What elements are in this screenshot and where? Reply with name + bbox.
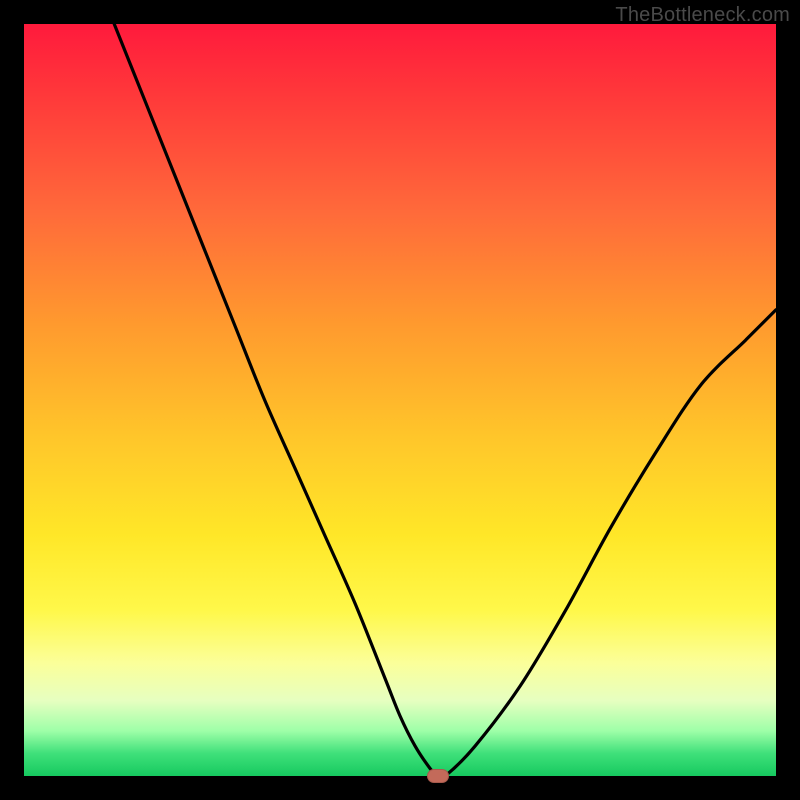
watermark-text: TheBottleneck.com [615, 4, 790, 27]
plot-area [24, 24, 776, 776]
bottleneck-curve [24, 24, 776, 776]
optimal-point-marker [427, 769, 449, 783]
chart-stage: TheBottleneck.com [0, 0, 800, 800]
